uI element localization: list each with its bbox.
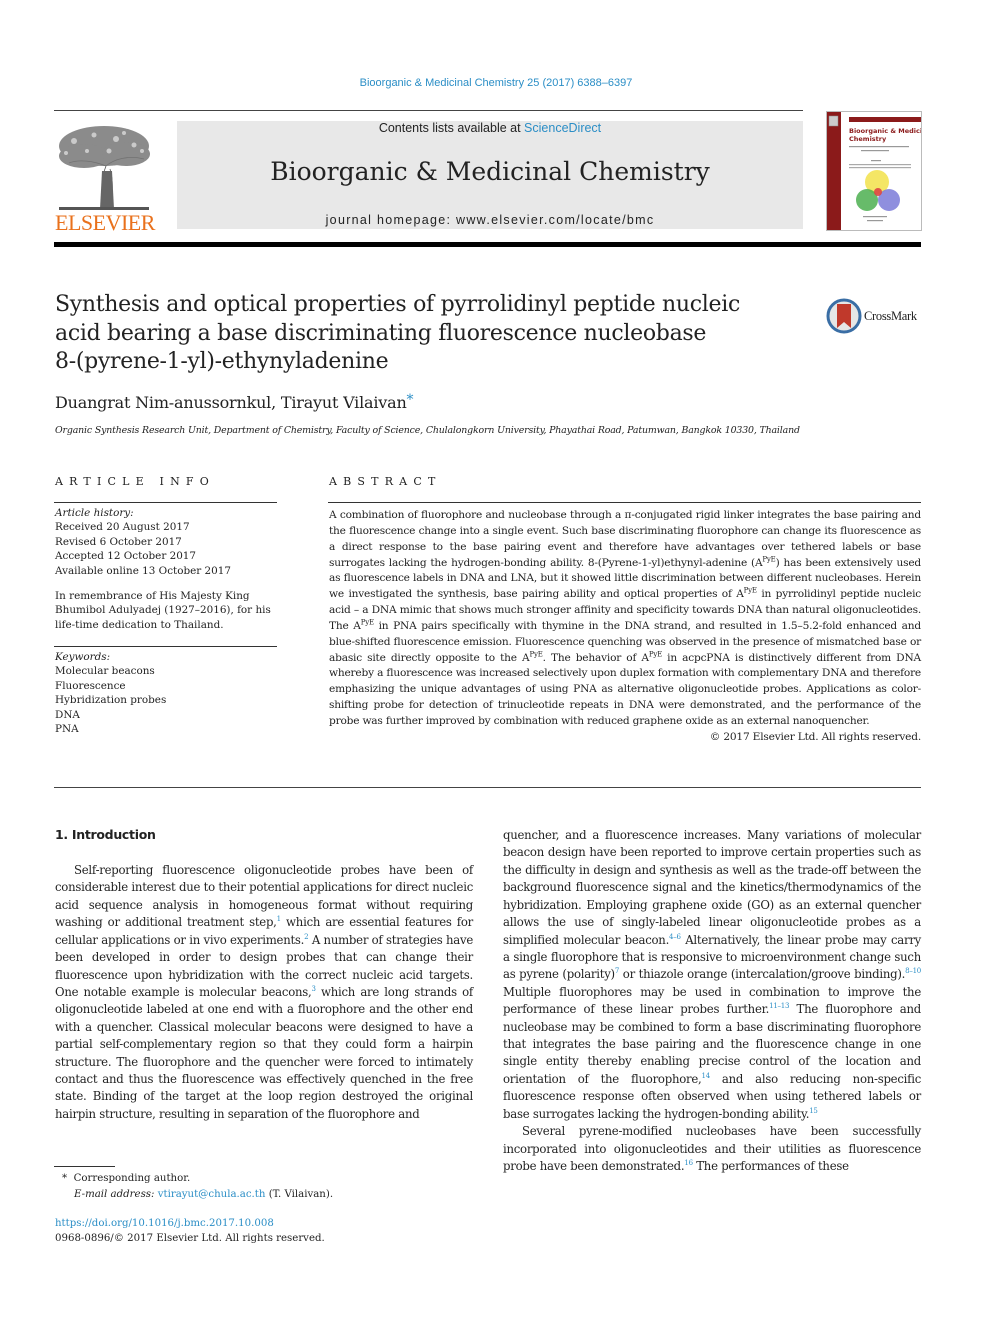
crossmark-icon [826,298,862,334]
history-revised: Revised 6 October 2017 [55,535,182,548]
elsevier-wordmark: ELSEVIER [55,210,155,235]
doi-block: https://doi.org/10.1016/j.bmc.2017.10.00… [55,1216,325,1246]
history-received: Received 20 August 2017 [55,521,190,534]
citation-link[interactable]: Bioorganic & Medicinal Chemistry 25 (201… [360,77,633,89]
keywords-rule [54,646,277,647]
sciencedirect-link[interactable]: ScienceDirect [524,121,601,135]
issn-copyright: 0968-0896/© 2017 Elsevier Ltd. All right… [55,1233,325,1244]
keyword-item: Fluorescence [55,679,126,692]
email-link[interactable]: vtirayut@chula.ac.th [158,1189,266,1200]
footnote-rule [54,1166,115,1167]
body-column-left: Self-reporting fluorescence oligonucleot… [55,862,473,1123]
abstract-copyright: © 2017 Elsevier Ltd. All rights reserved… [709,730,921,743]
article-info-rule [54,502,277,503]
journal-homepage[interactable]: journal homepage: www.elsevier.com/locat… [177,213,803,227]
svg-text:Bioorganic & Medicinal: Bioorganic & Medicinal [849,127,921,135]
reference-link[interactable]: 8–10 [905,967,921,975]
affiliation: Organic Synthesis Research Unit, Departm… [55,425,800,436]
body-column-right: quencher, and a fluorescence increases. … [503,827,921,1175]
contents-line: Contents lists available at ScienceDirec… [378,121,602,135]
abstract-heading: ABSTRACT [329,475,442,488]
header-rule [54,110,803,111]
article-title: Synthesis and optical properties of pyrr… [55,292,741,374]
intro-paragraph: Several pyrene-modified nucleobases have… [503,1124,921,1174]
history-accepted: Accepted 12 October 2017 [55,550,197,563]
abstract-bottom-rule [54,787,921,788]
reference-link[interactable]: 15 [809,1107,818,1115]
journal-cover-thumbnail[interactable]: Bioorganic & Medicinal Chemistry [826,111,922,231]
reference-link[interactable]: 4–6 [669,933,681,941]
reference-link[interactable]: 11–13 [769,1002,789,1010]
keyword-item: Hybridization probes [55,694,167,707]
svg-text:Chemistry: Chemistry [849,135,887,143]
header-thick-rule [54,242,921,247]
reference-link[interactable]: 16 [684,1159,693,1167]
abstract-rule [328,502,921,503]
crossmark-label[interactable]: CrossMark [864,309,917,324]
dedication: In remembrance of His Majesty King Bhumi… [55,590,271,631]
article-history: Article history: Received 20 August 2017… [55,507,231,577]
article-info-heading: ARTICLE INFO [55,475,215,488]
corresponding-author-mark[interactable]: * [407,392,414,408]
journal-banner: Contents lists available at ScienceDirec… [177,121,803,229]
keywords: Keywords: Molecular beacons Fluorescence… [55,651,167,736]
journal-citation[interactable]: Bioorganic & Medicinal Chemistry 25 (201… [0,77,992,89]
journal-title: Bioorganic & Medicinal Chemistry [270,157,710,186]
history-online: Available online 13 October 2017 [55,564,231,577]
intro-paragraph: Self-reporting fluorescence oligonucleot… [55,863,473,1121]
introduction-heading: 1. Introduction [55,827,156,842]
keyword-item: DNA [55,708,80,721]
reference-link[interactable]: 14 [701,1072,710,1080]
abstract-text: A combination of fluorophore and nucleob… [329,508,921,746]
doi-link[interactable]: https://doi.org/10.1016/j.bmc.2017.10.00… [55,1216,325,1231]
corresponding-footnote: * Corresponding author. E-mail address: … [62,1173,334,1200]
keyword-item: PNA [55,723,79,736]
keyword-item: Molecular beacons [55,665,155,678]
author-list: Duangrat Nim-anussornkul, Tirayut Vilaiv… [55,392,414,412]
intro-paragraph-continued: quencher, and a fluorescence increases. … [503,828,922,1121]
